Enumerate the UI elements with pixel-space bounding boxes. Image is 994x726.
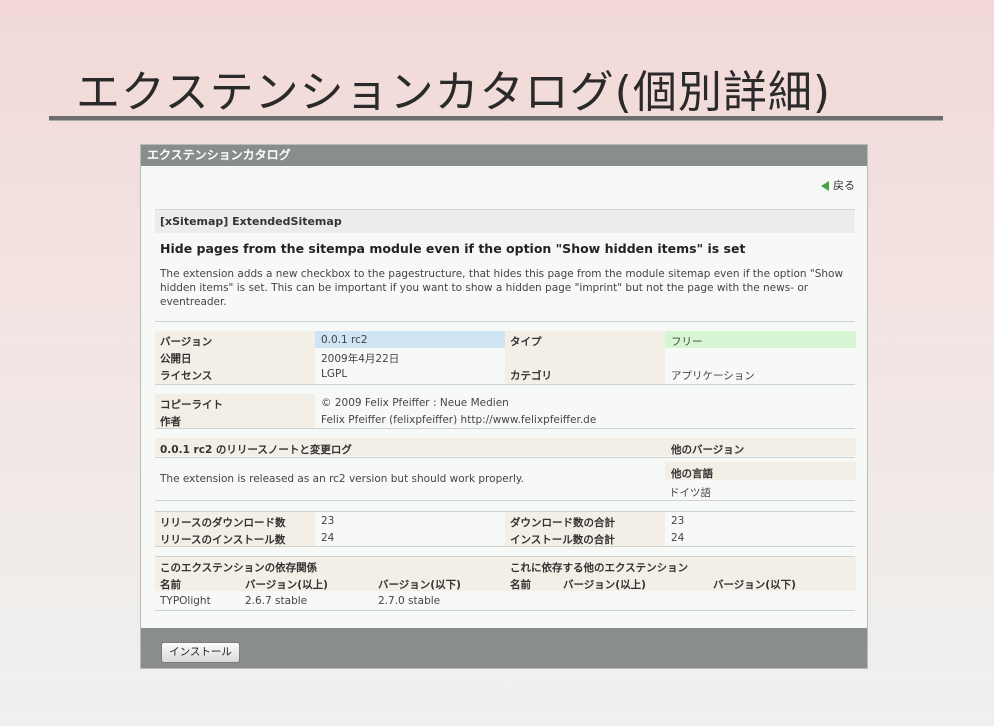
divider (155, 610, 855, 611)
total-downloads-value: 23 (671, 515, 685, 527)
extension-name: [xSitemap] ExtendedSitemap (155, 209, 855, 233)
panel-footer: インストール (141, 628, 867, 668)
total-installs-label: インストール数の合計 (510, 534, 615, 546)
install-button[interactable]: インストール (161, 642, 240, 663)
type-label: タイプ (510, 336, 542, 348)
license-label: ライセンス (160, 370, 213, 382)
other-lang-link[interactable]: ドイツ語 (669, 485, 711, 500)
release-installs-value: 24 (321, 532, 335, 544)
dependent-col-min: バージョン(以上) (563, 579, 646, 591)
author-label: 作者 (160, 416, 181, 428)
other-langs-label: 他の言語 (671, 468, 713, 480)
dep-col-name: 名前 (160, 579, 181, 591)
version-label: バージョン (160, 336, 213, 348)
type-value: フリー (671, 336, 703, 348)
release-notes-label: 0.0.1 rc2 のリリースノートと変更ログ (160, 444, 352, 456)
divider (155, 500, 855, 501)
back-link[interactable]: 戻る (821, 177, 855, 193)
other-versions-label: 他のバージョン (671, 444, 745, 456)
dep-row-max: 2.7.0 stable (378, 595, 441, 607)
category-label: カテゴリ (510, 370, 552, 382)
divider (155, 546, 855, 547)
dep-col-max: バージョン(以下) (378, 579, 461, 591)
release-installs-label: リリースのインストール数 (160, 534, 286, 546)
extension-title: Hide pages from the sitempa module even … (160, 241, 746, 256)
license-value: LGPL (321, 368, 348, 380)
extension-description: The extension adds a new checkbox to the… (160, 268, 844, 308)
release-notes-text: The extension is released as an rc2 vers… (160, 473, 524, 485)
dependencies-label: このエクステンションの依存関係 (160, 562, 318, 574)
divider (155, 321, 855, 322)
divider (155, 384, 855, 385)
version-value: 0.0.1 rc2 (321, 334, 368, 346)
copyright-label: コピーライト (160, 399, 223, 411)
divider (155, 457, 855, 458)
back-arrow-icon (821, 181, 829, 191)
dep-row-name: TYPOlight (160, 595, 211, 607)
published-value: 2009年4月22日 (321, 353, 400, 365)
dependent-col-name: 名前 (510, 579, 531, 591)
dep-col-min: バージョン(以上) (245, 579, 328, 591)
slide-title: エクステンションカタログ(個別詳細) (76, 67, 832, 118)
dep-row-min: 2.6.7 stable (245, 595, 308, 607)
dependent-col-max: バージョン(以下) (713, 579, 796, 591)
dependents-label: これに依存する他のエクステンション (510, 562, 689, 574)
total-downloads-label: ダウンロード数の合計 (510, 517, 615, 529)
total-installs-value: 24 (671, 532, 685, 544)
category-value: アプリケーション (671, 370, 755, 382)
copyright-value: © 2009 Felix Pfeiffer : Neue Medien (321, 397, 509, 409)
release-downloads-value: 23 (321, 515, 335, 527)
title-divider (49, 116, 943, 121)
published-label: 公開日 (160, 353, 192, 365)
panel-header: エクステンションカタログ (141, 145, 867, 166)
author-value: Felix Pfeiffer (felixpfeiffer) http://ww… (321, 414, 597, 426)
extension-detail-panel: エクステンションカタログ 戻る [xSitemap] ExtendedSitem… (140, 144, 868, 669)
release-downloads-label: リリースのダウンロード数 (160, 517, 286, 529)
back-label: 戻る (833, 179, 855, 192)
divider (155, 428, 855, 429)
